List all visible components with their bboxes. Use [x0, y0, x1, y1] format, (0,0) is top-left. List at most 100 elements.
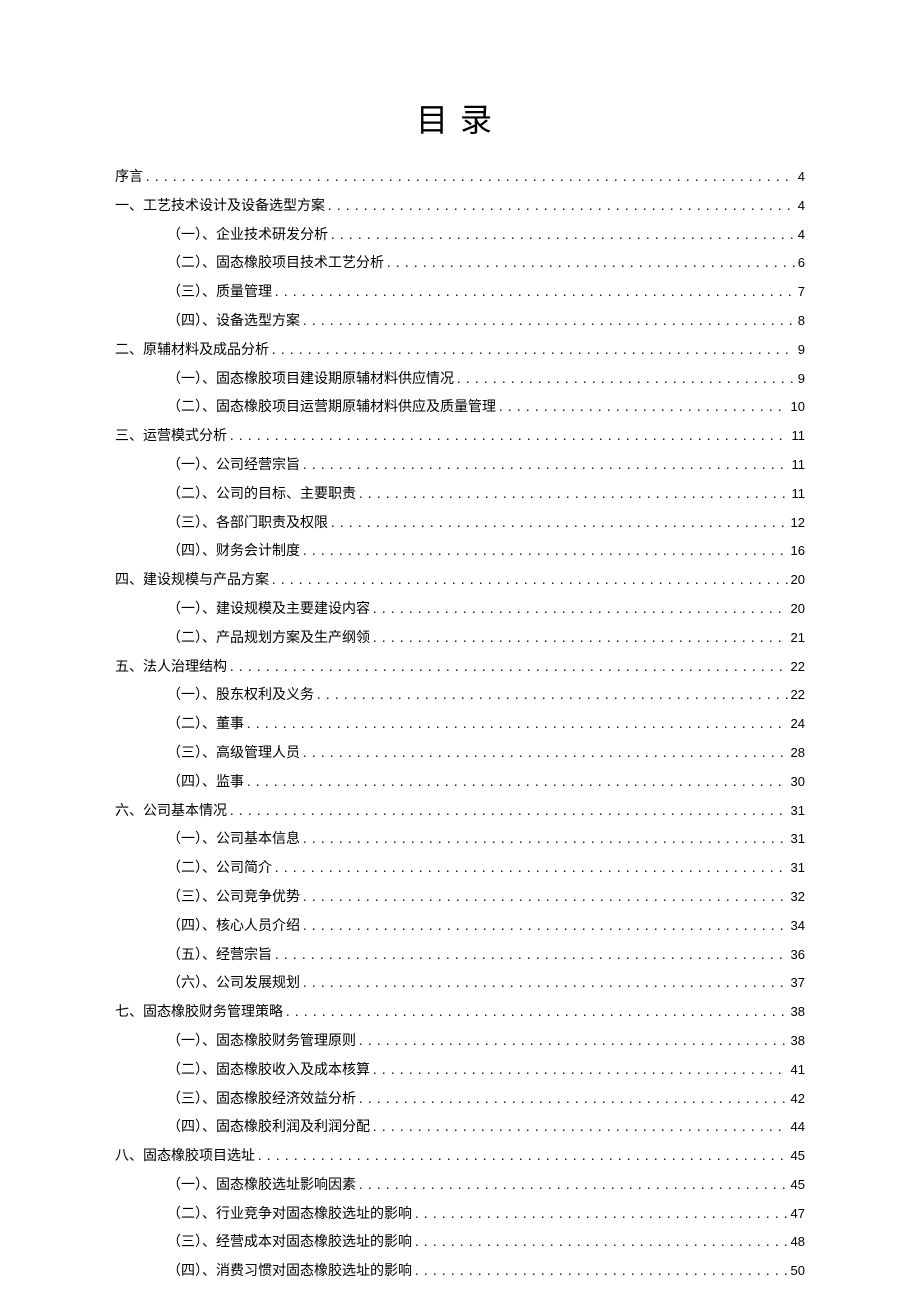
toc-entry-page: 22 [791, 684, 805, 706]
toc-entry[interactable]: （三）、公司竞争优势. . . . . . . . . . . . . . . … [115, 886, 805, 910]
toc-entry-label: （四）、固态橡胶利润及利润分配 [167, 1116, 370, 1140]
toc-leader-dots: . . . . . . . . . . . . . . . . . . . . … [415, 1260, 788, 1284]
toc-leader-dots: . . . . . . . . . . . . . . . . . . . . … [303, 540, 788, 564]
toc-entry-label: （二）、董事 [167, 713, 244, 737]
toc-entry[interactable]: （一）、建设规模及主要建设内容. . . . . . . . . . . . .… [115, 598, 805, 622]
toc-entry-page: 4 [798, 195, 805, 217]
toc-entry[interactable]: （三）、各部门职责及权限. . . . . . . . . . . . . . … [115, 512, 805, 536]
toc-entry-page: 12 [791, 512, 805, 534]
toc-entry[interactable]: （一）、企业技术研发分析. . . . . . . . . . . . . . … [115, 224, 805, 248]
toc-leader-dots: . . . . . . . . . . . . . . . . . . . . … [331, 512, 788, 536]
toc-entry[interactable]: （六）、公司发展规划. . . . . . . . . . . . . . . … [115, 972, 805, 996]
toc-entry-label: 七、固态橡胶财务管理策略 [115, 1001, 283, 1025]
toc-entry-label: （二）、公司简介 [167, 857, 272, 881]
toc-entry[interactable]: （四）、核心人员介绍. . . . . . . . . . . . . . . … [115, 915, 805, 939]
toc-leader-dots: . . . . . . . . . . . . . . . . . . . . … [359, 1030, 788, 1054]
toc-leader-dots: . . . . . . . . . . . . . . . . . . . . … [303, 828, 788, 852]
toc-entry-page: 36 [791, 944, 805, 966]
toc-leader-dots: . . . . . . . . . . . . . . . . . . . . … [359, 483, 789, 507]
toc-entry-label: （一）、公司基本信息 [167, 828, 300, 852]
toc-entry[interactable]: （四）、固态橡胶利润及利润分配. . . . . . . . . . . . .… [115, 1116, 805, 1140]
toc-entry-label: （二）、行业竞争对固态橡胶选址的影响 [167, 1203, 412, 1227]
toc-entry-label: 一、工艺技术设计及设备选型方案 [115, 195, 325, 219]
toc-entry[interactable]: （一）、公司基本信息. . . . . . . . . . . . . . . … [115, 828, 805, 852]
toc-entry[interactable]: （三）、质量管理. . . . . . . . . . . . . . . . … [115, 281, 805, 305]
toc-entry[interactable]: （二）、固态橡胶项目技术工艺分析. . . . . . . . . . . . … [115, 252, 805, 276]
toc-entry[interactable]: 二、原辅材料及成品分析. . . . . . . . . . . . . . .… [115, 339, 805, 363]
toc-entry[interactable]: 序言. . . . . . . . . . . . . . . . . . . … [115, 166, 805, 190]
toc-entry[interactable]: （四）、设备选型方案. . . . . . . . . . . . . . . … [115, 310, 805, 334]
page-title: 目录 [115, 95, 805, 141]
toc-entry-label: （四）、监事 [167, 771, 244, 795]
toc-leader-dots: . . . . . . . . . . . . . . . . . . . . … [258, 1145, 788, 1169]
toc-entry-label: 六、公司基本情况 [115, 800, 227, 824]
toc-entry-label: （四）、消费习惯对固态橡胶选址的影响 [167, 1260, 412, 1284]
toc-entry-page: 48 [791, 1231, 805, 1253]
toc-entry-label: 三、运营模式分析 [115, 425, 227, 449]
toc-entry[interactable]: （四）、消费习惯对固态橡胶选址的影响. . . . . . . . . . . … [115, 1260, 805, 1284]
toc-entry-label: （三）、经营成本对固态橡胶选址的影响 [167, 1231, 412, 1255]
toc-entry[interactable]: （三）、固态橡胶经济效益分析. . . . . . . . . . . . . … [115, 1088, 805, 1112]
toc-entry[interactable]: 八、固态橡胶项目选址. . . . . . . . . . . . . . . … [115, 1145, 805, 1169]
toc-leader-dots: . . . . . . . . . . . . . . . . . . . . … [230, 425, 789, 449]
toc-entry[interactable]: （一）、固态橡胶项目建设期原辅材料供应情况. . . . . . . . . .… [115, 368, 805, 392]
toc-entry[interactable]: （二）、董事. . . . . . . . . . . . . . . . . … [115, 713, 805, 737]
toc-entry-label: 二、原辅材料及成品分析 [115, 339, 269, 363]
toc-entry[interactable]: （四）、财务会计制度. . . . . . . . . . . . . . . … [115, 540, 805, 564]
toc-entry-page: 41 [791, 1059, 805, 1081]
toc-leader-dots: . . . . . . . . . . . . . . . . . . . . … [247, 713, 788, 737]
toc-entry-label: （三）、固态橡胶经济效益分析 [167, 1088, 356, 1112]
toc-entry-page: 7 [798, 281, 805, 303]
toc-leader-dots: . . . . . . . . . . . . . . . . . . . . … [230, 800, 788, 824]
toc-entry-page: 32 [791, 886, 805, 908]
toc-entry[interactable]: 一、工艺技术设计及设备选型方案. . . . . . . . . . . . .… [115, 195, 805, 219]
toc-entry-page: 38 [791, 1030, 805, 1052]
toc-entry-label: （六）、公司发展规划 [167, 972, 300, 996]
toc-leader-dots: . . . . . . . . . . . . . . . . . . . . … [373, 598, 788, 622]
toc-entry[interactable]: （一）、股东权利及义务. . . . . . . . . . . . . . .… [115, 684, 805, 708]
toc-entry[interactable]: 七、固态橡胶财务管理策略. . . . . . . . . . . . . . … [115, 1001, 805, 1025]
toc-entry[interactable]: （二）、公司的目标、主要职责. . . . . . . . . . . . . … [115, 483, 805, 507]
toc-entry[interactable]: 五、法人治理结构. . . . . . . . . . . . . . . . … [115, 656, 805, 680]
toc-entry[interactable]: （三）、高级管理人员. . . . . . . . . . . . . . . … [115, 742, 805, 766]
toc-entry-page: 34 [791, 915, 805, 937]
toc-leader-dots: . . . . . . . . . . . . . . . . . . . . … [499, 396, 788, 420]
toc-leader-dots: . . . . . . . . . . . . . . . . . . . . … [303, 972, 788, 996]
toc-entry-page: 38 [791, 1001, 805, 1023]
toc-entry-page: 30 [791, 771, 805, 793]
toc-entry-page: 31 [791, 800, 805, 822]
toc-entry[interactable]: （二）、行业竞争对固态橡胶选址的影响. . . . . . . . . . . … [115, 1203, 805, 1227]
toc-entry-label: （一）、企业技术研发分析 [167, 224, 328, 248]
toc-entry-page: 8 [798, 310, 805, 332]
toc-entry[interactable]: 三、运营模式分析. . . . . . . . . . . . . . . . … [115, 425, 805, 449]
toc-entry-page: 9 [798, 368, 805, 390]
toc-entry[interactable]: 四、建设规模与产品方案. . . . . . . . . . . . . . .… [115, 569, 805, 593]
toc-entry[interactable]: （一）、公司经营宗旨. . . . . . . . . . . . . . . … [115, 454, 805, 478]
toc-leader-dots: . . . . . . . . . . . . . . . . . . . . … [303, 886, 788, 910]
toc-entry-label: （二）、固态橡胶项目运营期原辅材料供应及质量管理 [167, 396, 496, 420]
toc-entry-page: 31 [791, 857, 805, 879]
toc-leader-dots: . . . . . . . . . . . . . . . . . . . . … [275, 281, 795, 305]
toc-entry[interactable]: （二）、固态橡胶项目运营期原辅材料供应及质量管理. . . . . . . . … [115, 396, 805, 420]
toc-entry[interactable]: （一）、固态橡胶财务管理原则. . . . . . . . . . . . . … [115, 1030, 805, 1054]
toc-entry[interactable]: （一）、固态橡胶选址影响因素. . . . . . . . . . . . . … [115, 1174, 805, 1198]
toc-entry[interactable]: （二）、固态橡胶收入及成本核算. . . . . . . . . . . . .… [115, 1059, 805, 1083]
toc-entry[interactable]: （三）、经营成本对固态橡胶选址的影响. . . . . . . . . . . … [115, 1231, 805, 1255]
toc-entry-label: （四）、财务会计制度 [167, 540, 300, 564]
toc-entry-label: （二）、产品规划方案及生产纲领 [167, 627, 370, 651]
toc-entry-label: （一）、公司经营宗旨 [167, 454, 300, 478]
toc-entry-label: （一）、固态橡胶财务管理原则 [167, 1030, 356, 1054]
toc-entry-label: （三）、高级管理人员 [167, 742, 300, 766]
toc-entry-page: 24 [791, 713, 805, 735]
toc-entry-page: 16 [791, 540, 805, 562]
toc-entry-label: 八、固态橡胶项目选址 [115, 1145, 255, 1169]
toc-entry[interactable]: （四）、监事. . . . . . . . . . . . . . . . . … [115, 771, 805, 795]
toc-entry-page: 44 [791, 1116, 805, 1138]
toc-leader-dots: . . . . . . . . . . . . . . . . . . . . … [247, 771, 788, 795]
toc-entry-label: （三）、各部门职责及权限 [167, 512, 328, 536]
toc-entry-page: 4 [798, 166, 805, 188]
toc-entry[interactable]: 六、公司基本情况. . . . . . . . . . . . . . . . … [115, 800, 805, 824]
toc-entry[interactable]: （二）、公司简介. . . . . . . . . . . . . . . . … [115, 857, 805, 881]
toc-entry[interactable]: （五）、经营宗旨. . . . . . . . . . . . . . . . … [115, 944, 805, 968]
toc-entry[interactable]: （二）、产品规划方案及生产纲领. . . . . . . . . . . . .… [115, 627, 805, 651]
